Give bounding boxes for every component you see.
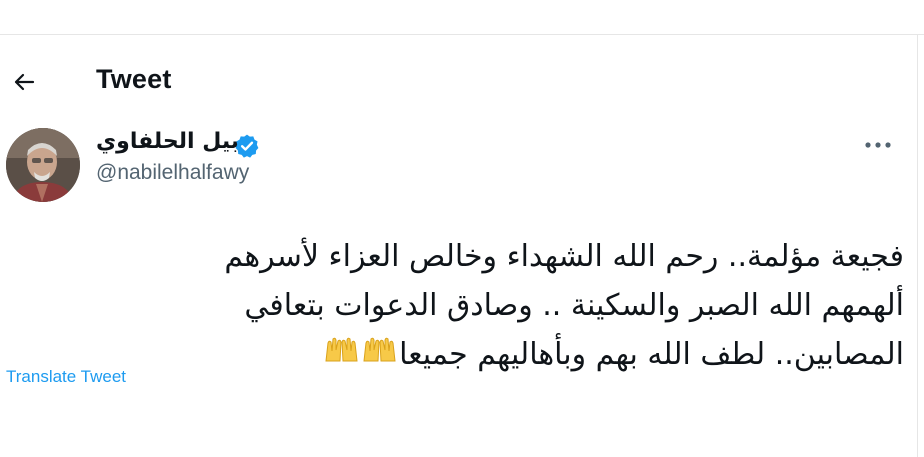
tweet-line: فجيعة مؤلمة.. رحم الله الشهداء وخالص الع…	[224, 239, 904, 274]
tweet-line: ألهمهم الله الصبر والسكينة .. وصادق الدع…	[244, 288, 904, 323]
author-name[interactable]: نبيل الحلفاوي	[96, 129, 248, 154]
more-horizontal-icon	[865, 142, 891, 148]
arrow-left-icon	[14, 73, 35, 91]
tweet-line-text: المصابين.. لطف الله بهم وبأهاليهم جميعا	[399, 337, 904, 372]
author-handle[interactable]: @nabilelhalfawy	[96, 161, 249, 185]
tweet-text: فجيعة مؤلمة.. رحم الله الشهداء وخالص الع…	[104, 232, 904, 379]
raising-hands-emoji-icon: 🤲	[323, 331, 361, 380]
verified-badge-icon	[235, 134, 259, 158]
tweet-page: Tweet نبيل الحلفاوي @nabilelhalfawy فجيع…	[0, 0, 924, 457]
back-button[interactable]	[6, 66, 42, 98]
tweet-line-last: المصابين.. لطف الله بهم وبأهاليهم جميعا🤲…	[104, 330, 904, 379]
raising-hands-emoji-icon: 🤲	[361, 331, 399, 380]
top-divider	[0, 34, 924, 35]
avatar-photo	[6, 128, 80, 202]
avatar[interactable]	[6, 128, 80, 202]
page-title: Tweet	[96, 64, 172, 94]
translate-tweet-link[interactable]: Translate Tweet	[6, 367, 126, 387]
more-options-button[interactable]	[858, 131, 898, 159]
column-border	[917, 34, 918, 457]
